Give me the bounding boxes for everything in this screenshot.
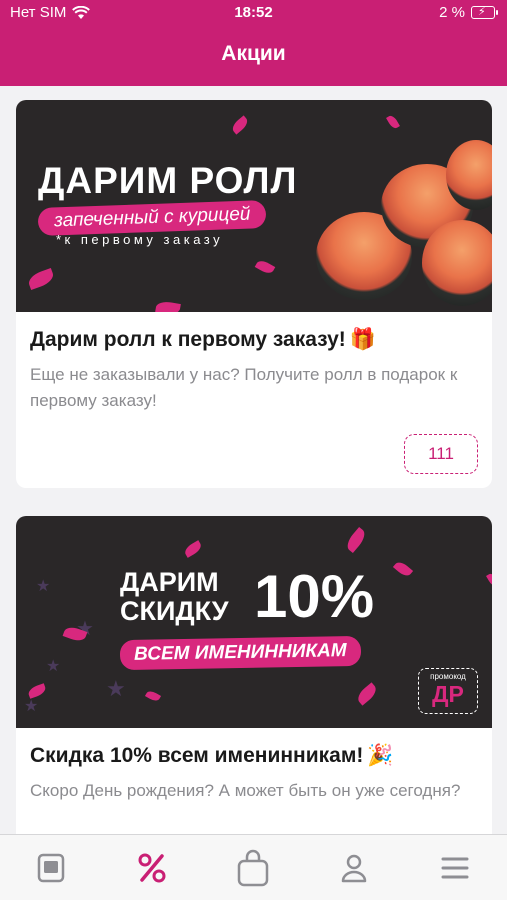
profile-icon [341, 854, 366, 883]
petal-decoration [26, 267, 56, 291]
promotions-list[interactable]: ДАРИМ РОЛЛ запеченный с курицей *к перво… [0, 86, 507, 834]
petal-decoration [155, 300, 181, 312]
promotion-description: Еще не заказывали у нас? Получите ролл в… [30, 365, 458, 410]
star-decoration: ★ [46, 658, 61, 675]
promotion-banner: ДАРИМ РОЛЛ запеченный с курицей *к перво… [16, 100, 492, 312]
promo-stamp-label: промокод [430, 672, 466, 681]
banner-headline-line2: СКИДКУ [120, 596, 229, 626]
tab-profile[interactable] [303, 835, 404, 900]
page-title: Акции [221, 42, 286, 65]
menu-icon [37, 853, 64, 883]
petal-decoration [254, 258, 276, 276]
tab-cart[interactable] [202, 835, 303, 900]
promotions-icon [138, 853, 165, 883]
top-bar: Нет SIM 18:52 2 % ⚡ Акции [0, 0, 507, 86]
promo-code-badge[interactable]: 111 [404, 434, 478, 474]
promo-stamp: промокод ДР [418, 668, 478, 714]
more-icon [441, 857, 468, 879]
petal-decoration [229, 115, 251, 135]
battery-icon: ⚡ [471, 6, 498, 19]
tab-promotions[interactable] [101, 835, 202, 900]
promotion-description: Скоро День рождения? А может быть он уже… [30, 781, 461, 800]
star-decoration: ★ [36, 578, 51, 595]
promotion-title: Дарим ролл к первому заказу! 🎁 [30, 328, 478, 352]
gift-icon: 🎁 [349, 328, 376, 351]
banner-discount: 10% [254, 563, 375, 630]
promotion-banner: ★ ★ ★ ★ ★ ДАРИМ СКИДКУ 10% ВСЕМ ИМЕНИННИ… [16, 516, 492, 728]
sushi-roll-image [422, 220, 492, 306]
promotion-title: Скидка 10% всем именинникам! 🎉 [30, 744, 478, 768]
petal-decoration [486, 571, 492, 589]
petal-decoration [386, 113, 400, 131]
tab-bar [0, 834, 507, 900]
status-bar: Нет SIM 18:52 2 % ⚡ [0, 0, 507, 26]
promotion-card[interactable]: ДАРИМ РОЛЛ запеченный с курицей *к перво… [16, 100, 492, 488]
party-popper-icon: 🎉 [367, 744, 394, 767]
battery-status: 2 % ⚡ [439, 4, 498, 21]
tab-menu[interactable] [0, 835, 101, 900]
petal-decoration [392, 559, 414, 579]
battery-percent: 2 % [439, 4, 465, 21]
banner-headline-line1: ДАРИМ [120, 567, 219, 597]
promotion-title-text: Скидка 10% всем именинникам! [30, 744, 364, 767]
petal-decoration [182, 540, 204, 558]
promotion-title-text: Дарим ролл к первому заказу! [30, 328, 346, 351]
petal-decoration [343, 526, 369, 554]
banner-tagline: запеченный с курицей [37, 200, 267, 236]
cart-icon [237, 849, 268, 887]
banner-headline: ДАРИМ РОЛЛ [38, 160, 298, 201]
banner-note: *к первому заказу [56, 232, 224, 247]
clock: 18:52 [234, 4, 273, 21]
banner-tagline: ВСЕМ ИМЕНИННИКАМ [119, 635, 361, 671]
banner-headline: ДАРИМ СКИДКУ [120, 568, 229, 626]
tab-more[interactable] [404, 835, 505, 900]
star-decoration: ★ [106, 676, 126, 701]
star-decoration: ★ [24, 698, 39, 715]
promo-stamp-code: ДР [432, 681, 464, 707]
petal-decoration [144, 689, 162, 703]
petal-decoration [354, 682, 380, 706]
promotion-card[interactable]: ★ ★ ★ ★ ★ ДАРИМ СКИДКУ 10% ВСЕМ ИМЕНИННИ… [16, 516, 492, 834]
